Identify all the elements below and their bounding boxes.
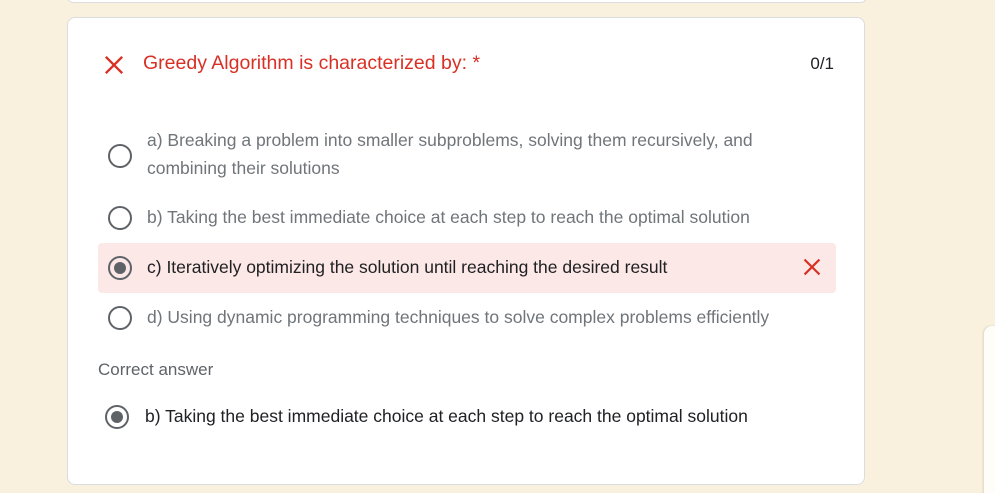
option-c-label: c) Iteratively optimizing the solution u… [147,257,668,277]
radio-button-a[interactable] [108,144,132,168]
incorrect-mark-icon [803,258,821,276]
option-b-label: b) Taking the best immediate choice at e… [147,207,750,227]
correct-answer-label: b) Taking the best immediate choice at e… [145,406,748,426]
correct-answer-option: b) Taking the best immediate choice at e… [95,401,833,433]
correct-answer-heading: Correct answer [98,360,214,379]
side-panel-edge [984,326,995,493]
question-title: Greedy Algorithm is characterized by: * [143,52,481,74]
question-card: Greedy Algorithm is characterized by: * … [67,17,865,485]
option-b[interactable]: b) Taking the best immediate choice at e… [98,202,836,234]
question-score: 0/1 [810,54,834,73]
option-a[interactable]: a) Breaking a problem into smaller subpr… [98,122,836,186]
option-d[interactable]: d) Using dynamic programming techniques … [98,302,836,334]
option-a-label-line1: a) Breaking a problem into smaller subpr… [147,130,753,150]
option-c[interactable]: c) Iteratively optimizing the solution u… [98,243,836,293]
radio-button-d[interactable] [108,306,132,330]
form-page: Greedy Algorithm is characterized by: * … [0,0,995,493]
radio-button-b[interactable] [108,206,132,230]
option-d-label: d) Using dynamic programming techniques … [147,307,770,327]
radio-selected-dot [114,262,126,274]
close-icon [104,55,124,75]
option-a-label-line2: combining their solutions [147,158,340,178]
radio-button-c[interactable] [108,256,132,280]
correct-answer-radio [105,405,129,429]
option-a-label: a) Breaking a problem into smaller subpr… [147,126,753,182]
radio-selected-dot [111,411,123,423]
previous-question-card [67,0,867,3]
